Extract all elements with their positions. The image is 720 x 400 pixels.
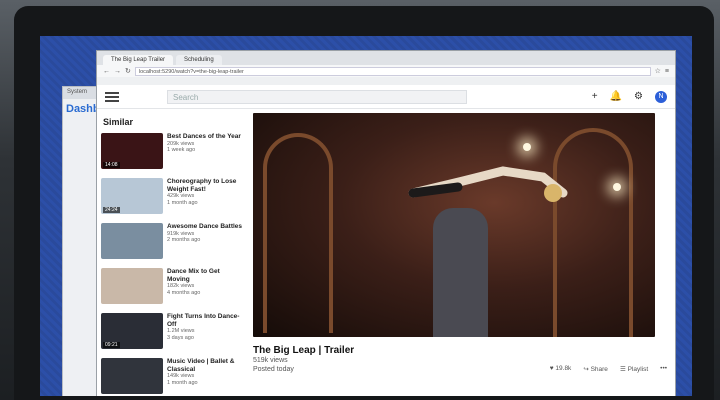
reload-icon[interactable]: ↻ <box>125 67 131 75</box>
similar-sidebar: Similar 14:08 Best Dances of the Year 20… <box>97 109 247 396</box>
bell-icon[interactable]: 🔔 <box>610 91 622 102</box>
search-input[interactable]: Search <box>167 89 467 104</box>
menu-icon[interactable]: ≡ <box>665 68 669 75</box>
similar-video-title: Choreography to Lose Weight Fast! <box>167 178 237 193</box>
forward-icon[interactable]: → <box>114 68 121 75</box>
bookmarks-bar <box>97 77 675 85</box>
stage-light <box>523 143 531 151</box>
similar-video-meta: Dance Mix to Get Moving 182k views 4 mon… <box>167 268 243 306</box>
laptop-bezel: System Dashb The Big Leap Trailer Schedu… <box>14 6 714 400</box>
similar-video-age: 4 months ago <box>167 289 201 296</box>
video-duration: 14:08 <box>103 162 120 168</box>
similar-video-title: Fight Turns Into Dance-Off <box>167 313 240 328</box>
share-label: Share <box>590 366 608 373</box>
similar-video-item[interactable]: Awesome Dance Battles 919k views 2 month… <box>101 223 243 261</box>
dancer-lifted <box>408 166 568 202</box>
share-button[interactable]: ↪ Share <box>583 365 608 373</box>
video-duration: 24:24 <box>103 207 120 213</box>
address-bar-row: ← → ↻ localhost:5290/watch?v=the-big-lea… <box>97 65 675 77</box>
video-views: 519k views <box>253 357 288 364</box>
playlist-label: Playlist <box>627 366 649 373</box>
video-title: The Big Leap | Trailer <box>253 345 355 356</box>
theatre-arch <box>553 128 633 337</box>
sidebar-title: Similar <box>103 117 134 127</box>
similar-video-title: Awesome Dance Battles <box>167 223 243 230</box>
video-thumbnail[interactable] <box>101 223 163 259</box>
app-header: Search + 🔔 ⚙ N <box>97 85 675 109</box>
laptop-screen: System Dashb The Big Leap Trailer Schedu… <box>40 36 692 396</box>
video-thumbnail[interactable]: 09:21 <box>101 313 163 349</box>
similar-video-meta: Music Video | Ballet & Classical 149k vi… <box>167 358 243 396</box>
tab-video[interactable]: The Big Leap Trailer <box>103 55 174 65</box>
like-count: 19.8k <box>555 365 572 372</box>
address-field[interactable]: localhost:5290/watch?v=the-big-leap-trai… <box>134 66 651 76</box>
star-icon[interactable]: ☆ <box>655 67 661 75</box>
stage-light <box>613 183 621 191</box>
playlist-button[interactable]: ☰ Playlist <box>620 365 648 373</box>
similar-video-title: Best Dances of the Year <box>167 133 241 140</box>
video-thumbnail[interactable]: 24:24 <box>101 178 163 214</box>
like-button[interactable]: ♥ 19.8k <box>550 365 572 373</box>
similar-video-item[interactable]: 24:24 Choreography to Lose Weight Fast! … <box>101 178 243 216</box>
similar-video-item[interactable]: 14:08 Best Dances of the Year 209k views… <box>101 133 243 171</box>
avatar[interactable]: N <box>655 90 667 103</box>
similar-video-item[interactable]: Music Video | Ballet & Classical 149k vi… <box>101 358 243 396</box>
similar-video-item[interactable]: Dance Mix to Get Moving 182k views 4 mon… <box>101 268 243 306</box>
video-actions: ♥ 19.8k ↪ Share ☰ Playlist ••• <box>550 365 667 373</box>
tab-scheduling[interactable]: Scheduling <box>176 55 222 65</box>
video-thumbnail[interactable]: 14:08 <box>101 133 163 169</box>
similar-video-meta: Best Dances of the Year 209k views 1 wee… <box>167 133 241 171</box>
similar-video-meta: Choreography to Lose Weight Fast! 429k v… <box>167 178 243 216</box>
more-icon[interactable]: ••• <box>660 365 667 373</box>
similar-video-age: 2 months ago <box>167 237 201 243</box>
hamburger-menu-icon[interactable] <box>105 91 119 102</box>
similar-video-meta: Awesome Dance Battles 919k views 2 month… <box>167 223 242 261</box>
dancer-lifting <box>433 208 488 337</box>
browser-window: The Big Leap Trailer Scheduling ← → ↻ lo… <box>96 50 676 396</box>
add-icon[interactable]: + <box>592 91 598 102</box>
video-thumbnail[interactable] <box>101 358 163 394</box>
similar-video-age: 1 month ago <box>167 199 198 206</box>
similar-video-age: 3 days ago <box>167 334 194 341</box>
gear-icon[interactable]: ⚙ <box>634 91 643 102</box>
scene: System Dashb The Big Leap Trailer Schedu… <box>0 0 720 400</box>
similar-video-age: 1 week ago <box>167 147 196 153</box>
similar-video-age: 1 month ago <box>167 379 198 386</box>
video-duration: 09:21 <box>103 342 120 348</box>
similar-video-meta: Fight Turns Into Dance-Off 1.2M views 3 … <box>167 313 243 351</box>
similar-video-title: Music Video | Ballet & Classical <box>167 358 235 373</box>
theatre-arch <box>263 133 333 333</box>
tab-strip: The Big Leap Trailer Scheduling <box>97 51 675 65</box>
back-icon[interactable]: ← <box>103 68 110 75</box>
content-area: Similar 14:08 Best Dances of the Year 20… <box>97 109 675 396</box>
similar-video-title: Dance Mix to Get Moving <box>167 268 220 283</box>
similar-video-item[interactable]: 09:21 Fight Turns Into Dance-Off 1.2M vi… <box>101 313 243 351</box>
video-thumbnail[interactable] <box>101 268 163 304</box>
main-panel: The Big Leap | Trailer 519k views Posted… <box>247 109 675 396</box>
video-player[interactable] <box>253 113 655 337</box>
